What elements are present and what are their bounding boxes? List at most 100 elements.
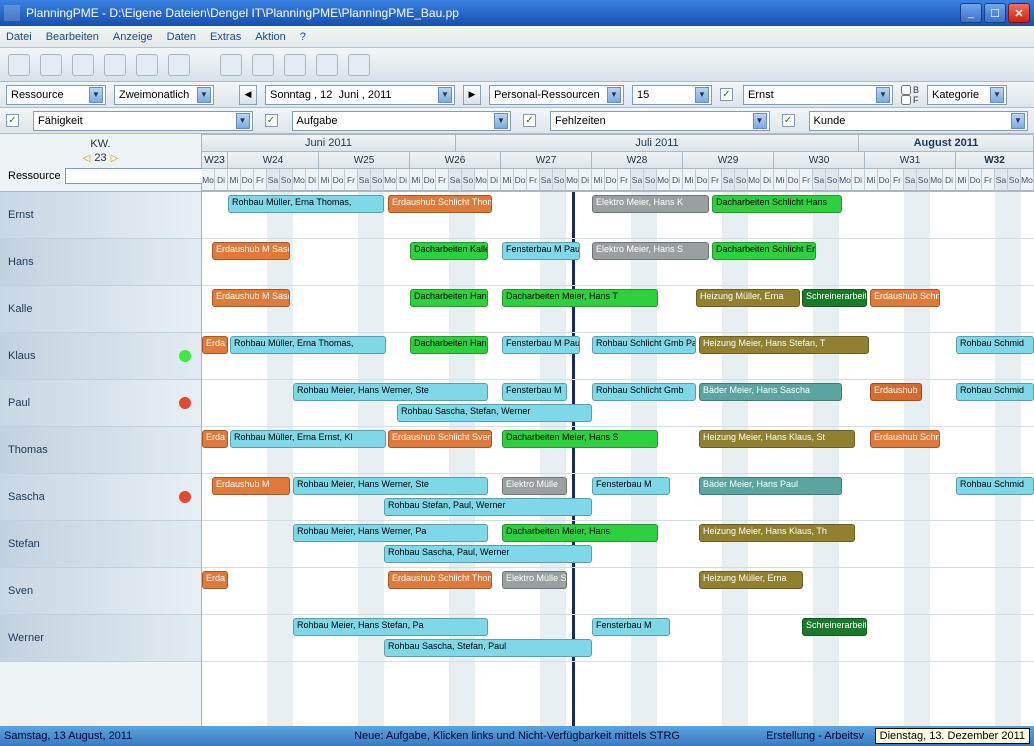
task-bar[interactable]: Erda Müll Kalle (202, 430, 228, 448)
task-bar[interactable]: Rohbau Schmid (956, 477, 1034, 495)
task-bar[interactable]: Erdaushub Schmidt, B Thomas, P (870, 289, 940, 307)
f-checkbox[interactable] (901, 95, 911, 105)
resource-row[interactable]: Thomas (0, 427, 201, 474)
toolbar-icon[interactable] (168, 54, 190, 76)
name-filter-combo[interactable]: Ernst▼ (743, 85, 893, 105)
aufgabe-combo[interactable]: Aufgabe▼ (292, 111, 512, 131)
group-combo[interactable]: Personal-Ressourcen▼ (489, 85, 624, 105)
grid-row[interactable]: Rohbau Meier, Hans Werner, Pa Rohbau Sasc… (202, 521, 1034, 568)
task-bar[interactable]: Fensterbau M Paul, Klaus (502, 242, 580, 260)
task-bar[interactable]: Dacharbeiten Meier, Hans (502, 524, 658, 542)
resource-row[interactable]: Ernst (0, 192, 201, 239)
task-bar[interactable]: Elektro Meier, Hans K (592, 195, 709, 213)
grid-row[interactable]: Rohbau Meier, Hans Werner, Ste Rohbau Sas… (202, 380, 1034, 427)
task-bar[interactable]: Rohbau Sascha, Stefan, Paul (384, 639, 592, 657)
faehigkeit-combo[interactable]: Fähigkeit▼ (33, 111, 253, 131)
count-combo[interactable]: 15▼ (632, 85, 712, 105)
toolbar-icon[interactable] (40, 54, 62, 76)
grid-body[interactable]: Rohbau Müller, Erna Thomas,Erdaushub Sch… (202, 192, 1034, 726)
task-bar[interactable]: Schreinerarbeit (802, 618, 867, 636)
resource-row[interactable]: Sven (0, 568, 201, 615)
task-bar[interactable]: Rohbau Müller, Erna Ernst, Kl (230, 430, 386, 448)
kunde-combo[interactable]: Kunde▼ (809, 111, 1029, 131)
menu-item[interactable]: Anzeige (113, 31, 153, 43)
task-bar[interactable]: Rohbau Sascha, Stefan, Werner (397, 404, 592, 422)
toolbar-icon[interactable] (316, 54, 338, 76)
menu-item[interactable]: Daten (167, 31, 196, 43)
date-combo[interactable]: Sonntag , 12 Juni , 2011 ▼ (265, 85, 455, 105)
task-bar[interactable]: Elektro Mülle Sascha (502, 571, 567, 589)
kw-prev-icon[interactable]: ◁ (83, 153, 91, 164)
date-next-button[interactable]: ▶ (463, 85, 481, 105)
task-bar[interactable]: Rohbau Müller, Erna Thomas, (228, 195, 384, 213)
task-bar[interactable]: Dacharbeiten Kalle, Klaus (410, 242, 488, 260)
menu-item[interactable]: Bearbeiten (46, 31, 99, 43)
task-bar[interactable]: Erdaushub M Sascha, Kalle (212, 242, 290, 260)
task-bar[interactable]: Rohbau Meier, Hans Werner, Ste (293, 383, 488, 401)
fehlzeiten-combo[interactable]: Fehlzeiten▼ (550, 111, 770, 131)
task-bar[interactable]: Rohbau Meier, Hans Werner, Ste (293, 477, 488, 495)
task-bar[interactable]: Erdaushub M Sascha, Hans (212, 289, 290, 307)
resource-row[interactable]: Klaus (0, 333, 201, 380)
filter-checkbox[interactable]: ✓ (265, 114, 278, 127)
task-bar[interactable]: Fensterbau M (592, 618, 670, 636)
task-bar[interactable]: Heizung Müller, Erna (696, 289, 800, 307)
task-bar[interactable]: Dacharbeiten Schlicht Ernst (712, 242, 816, 260)
task-bar[interactable]: Erdaushub (870, 383, 922, 401)
b-checkbox[interactable] (901, 85, 911, 95)
filter-checkbox[interactable]: ✓ (720, 88, 733, 101)
menu-item[interactable]: Extras (210, 31, 241, 43)
resource-row[interactable]: Paul (0, 380, 201, 427)
grid-row[interactable]: Erda Müll Erdaushub Schlicht Thomas, Erns… (202, 568, 1034, 615)
task-bar[interactable]: Erda Müll Sven (202, 336, 228, 354)
menu-item[interactable]: ? (300, 31, 306, 43)
resource-row[interactable]: Sascha (0, 474, 201, 521)
task-bar[interactable]: Heizung Meier, Hans Klaus, Th (699, 524, 855, 542)
task-bar[interactable]: Erdaushub Schlicht Thomas, Ernst (388, 571, 492, 589)
task-bar[interactable]: Erdaushub M (212, 477, 290, 495)
ressource-combo[interactable]: Ressource▼ (6, 85, 106, 105)
grid-row[interactable]: Rohbau Müller, Erna Thomas,Erdaushub Sch… (202, 192, 1034, 239)
toolbar-icon[interactable] (220, 54, 242, 76)
task-bar[interactable]: Fensterbau M Paul, Hans (502, 336, 580, 354)
filter-checkbox[interactable]: ✓ (782, 114, 795, 127)
toolbar-icon[interactable] (72, 54, 94, 76)
grid-row[interactable]: Rohbau Meier, Hans Stefan, PaRohbau Sasc… (202, 615, 1034, 662)
task-bar[interactable]: Dacharbeiten Meier, Hans S (502, 430, 658, 448)
toolbar-icon[interactable] (104, 54, 126, 76)
toolbar-icon[interactable] (136, 54, 158, 76)
task-bar[interactable]: Bäder Meier, Hans Paul (699, 477, 842, 495)
filter-checkbox[interactable]: ✓ (6, 114, 19, 127)
task-bar[interactable]: Rohbau Schmid (956, 383, 1034, 401)
toolbar-icon[interactable] (8, 54, 30, 76)
grid-row[interactable]: Erdaushub M Sascha, HansDacharbeiten Han… (202, 286, 1034, 333)
task-bar[interactable]: Rohbau Stefan, Paul, Werner (384, 498, 592, 516)
date-prev-button[interactable]: ◀ (239, 85, 257, 105)
task-bar[interactable]: Rohbau Sascha, Paul, Werner (384, 545, 592, 563)
task-bar[interactable]: Bäder Meier, Hans Sascha (699, 383, 842, 401)
task-bar[interactable]: Heizung Meier, Hans Stefan, T (699, 336, 869, 354)
grid-row[interactable]: Erda Müll KalleRohbau Müller, Erna Ernst… (202, 427, 1034, 474)
task-bar[interactable]: Dacharbeiten Hans, Kalle (410, 336, 488, 354)
filter-checkbox[interactable]: ✓ (523, 114, 536, 127)
menu-item[interactable]: Aktion (255, 31, 286, 43)
task-bar[interactable]: Erdaushub Schmidt, B Kalle, P (870, 430, 940, 448)
task-bar[interactable]: Rohbau Müller, Erna Thomas, (230, 336, 386, 354)
task-bar[interactable]: Rohbau Schlicht Gmb Paul (592, 336, 696, 354)
resource-row[interactable]: Werner (0, 615, 201, 662)
maximize-button[interactable]: ☐ (984, 3, 1006, 23)
task-bar[interactable]: Rohbau Meier, Hans Werner, Pa (293, 524, 488, 542)
resource-row[interactable]: Stefan (0, 521, 201, 568)
kw-next-icon[interactable]: ▷ (111, 153, 119, 164)
grid-row[interactable]: Erda Müll SvenRohbau Müller, Erna Thomas… (202, 333, 1034, 380)
period-combo[interactable]: Zweimonatlich▼ (114, 85, 214, 105)
menu-item[interactable]: Datei (6, 31, 32, 43)
task-bar[interactable]: Erdaushub Schlicht Thomas, Sven (388, 195, 492, 213)
task-bar[interactable]: Erda Müll (202, 571, 228, 589)
grid-row[interactable]: Erdaushub MRohbau Meier, Hans Werner, St… (202, 474, 1034, 521)
task-bar[interactable]: Fensterbau M (592, 477, 670, 495)
resource-row[interactable]: Kalle (0, 286, 201, 333)
task-bar[interactable]: Heizung Müller, Erna (699, 571, 803, 589)
task-bar[interactable]: Dacharbeiten Schlicht Hans (712, 195, 842, 213)
grid-row[interactable]: Erdaushub M Sascha, Kalle Dacharbeiten Ka… (202, 239, 1034, 286)
